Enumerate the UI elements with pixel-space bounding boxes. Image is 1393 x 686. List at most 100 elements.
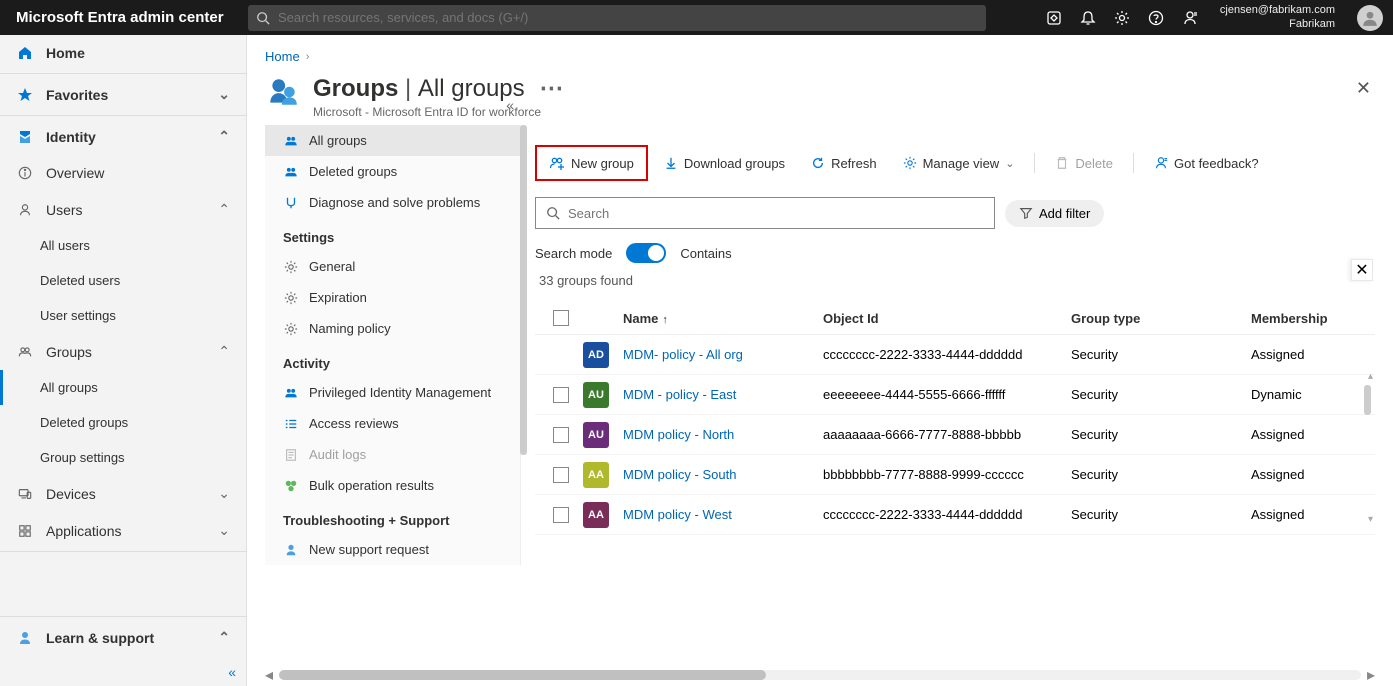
- group-name-link[interactable]: MDM policy - North: [623, 427, 734, 442]
- feedback-button[interactable]: Got feedback?: [1144, 150, 1269, 177]
- brand-label: Microsoft Entra admin center: [0, 9, 248, 26]
- close-blade-button[interactable]: ✕: [1352, 74, 1375, 103]
- delete-button[interactable]: Delete: [1045, 150, 1123, 177]
- nav-groups[interactable]: Groups ⌃: [0, 333, 246, 370]
- collapse-secnav-button[interactable]: «: [506, 97, 514, 113]
- search-mode-toggle[interactable]: [626, 243, 666, 263]
- avatar[interactable]: [1357, 5, 1383, 31]
- row-checkbox[interactable]: [553, 427, 569, 443]
- nav-all-users[interactable]: All users: [0, 228, 246, 263]
- groups-icon: [283, 134, 299, 148]
- secnav-naming[interactable]: Naming policy: [265, 313, 520, 344]
- secnav-expiration[interactable]: Expiration: [265, 282, 520, 313]
- secnav-bulk[interactable]: Bulk operation results: [265, 470, 520, 501]
- nav-user-settings[interactable]: User settings: [0, 298, 246, 333]
- identity-icon: [16, 129, 34, 145]
- scroll-down-icon[interactable]: ▾: [1368, 514, 1373, 525]
- nav-home[interactable]: Home: [0, 35, 246, 71]
- nav-overview[interactable]: Overview: [0, 155, 246, 191]
- notifications-icon[interactable]: [1080, 10, 1096, 26]
- more-icon[interactable]: ⋯: [539, 75, 563, 102]
- download-groups-button[interactable]: Download groups: [654, 150, 795, 177]
- copilot-icon[interactable]: [1046, 10, 1062, 26]
- scroll-left-icon[interactable]: ◂: [265, 665, 279, 685]
- horizontal-scrollbar[interactable]: ◂ ▸: [265, 670, 1375, 680]
- info-icon: [16, 166, 34, 180]
- secnav-general[interactable]: General: [265, 251, 520, 282]
- col-object-id[interactable]: Object Id: [823, 311, 1071, 326]
- pim-icon: [283, 386, 299, 400]
- vertical-scrollbar[interactable]: [1364, 385, 1371, 415]
- nav-favorites[interactable]: Favorites ⌄: [0, 76, 246, 113]
- col-group-type[interactable]: Group type: [1071, 311, 1251, 326]
- new-group-icon: [549, 155, 565, 171]
- group-name-link[interactable]: MDM - policy - East: [623, 387, 736, 402]
- search-mode-label: Search mode: [535, 246, 612, 261]
- search-icon: [256, 11, 270, 25]
- global-search-input[interactable]: [278, 10, 978, 25]
- nav-group-settings[interactable]: Group settings: [0, 440, 246, 475]
- group-name-link[interactable]: MDM policy - West: [623, 507, 732, 522]
- nav-learn-support[interactable]: Learn & support ⌃: [0, 619, 246, 656]
- search-mode-row: Search mode Contains: [535, 243, 1375, 263]
- nav-deleted-users[interactable]: Deleted users: [0, 263, 246, 298]
- chevron-down-icon: ⌄: [1005, 157, 1014, 170]
- chevron-up-icon: ⌃: [218, 201, 230, 218]
- col-name[interactable]: Name↑: [623, 311, 823, 326]
- group-avatar: AU: [583, 382, 609, 408]
- account-info[interactable]: cjensen@fabrikam.com Fabrikam: [1216, 4, 1339, 30]
- secnav-access-reviews[interactable]: Access reviews: [265, 408, 520, 439]
- nav-identity[interactable]: Identity ⌃: [0, 118, 246, 155]
- new-group-button[interactable]: New group: [539, 149, 644, 177]
- secnav-diagnose[interactable]: Diagnose and solve problems: [265, 187, 520, 218]
- group-search-input[interactable]: [568, 206, 984, 221]
- global-search[interactable]: [248, 5, 986, 31]
- help-icon[interactable]: [1148, 10, 1164, 26]
- breadcrumb-home[interactable]: Home: [265, 49, 300, 64]
- group-name-link[interactable]: MDM- policy - All org: [623, 347, 743, 362]
- table-row[interactable]: AUMDM - policy - Easteeeeeeee-4444-5555-…: [535, 375, 1375, 415]
- secnav-all-groups[interactable]: All groups: [265, 125, 520, 156]
- nav-all-groups[interactable]: All groups: [0, 370, 246, 405]
- nav-devices[interactable]: Devices ⌄: [0, 475, 246, 512]
- group-search[interactable]: [535, 197, 995, 229]
- group-name-link[interactable]: MDM policy - South: [623, 467, 736, 482]
- results-count: 33 groups found: [535, 273, 1375, 288]
- toolbar-separator: [1034, 153, 1035, 173]
- object-id: cccccccc-2222-3333-4444-dddddd: [823, 347, 1071, 362]
- add-filter-button[interactable]: Add filter: [1005, 200, 1104, 227]
- table-row[interactable]: AAMDM policy - Southbbbbbbbb-7777-8888-9…: [535, 455, 1375, 495]
- group-type: Security: [1071, 467, 1251, 482]
- account-org: Fabrikam: [1289, 18, 1335, 31]
- refresh-button[interactable]: Refresh: [801, 150, 887, 177]
- scroll-right-icon[interactable]: ▸: [1361, 665, 1375, 685]
- support-icon: [16, 630, 34, 646]
- table-row[interactable]: ADMDM- policy - All orgcccccccc-2222-333…: [535, 335, 1375, 375]
- star-icon: [16, 87, 34, 103]
- dismiss-notification-button[interactable]: ✕: [1351, 259, 1373, 281]
- row-checkbox[interactable]: [553, 467, 569, 483]
- table-row[interactable]: AUMDM policy - Northaaaaaaaa-6666-7777-8…: [535, 415, 1375, 455]
- secnav-pim[interactable]: Privileged Identity Management: [265, 377, 520, 408]
- nav-applications[interactable]: Applications ⌄: [0, 512, 246, 549]
- manage-view-button[interactable]: Manage view ⌄: [893, 150, 1025, 177]
- secnav-audit-logs[interactable]: Audit logs: [265, 439, 520, 470]
- row-checkbox[interactable]: [553, 507, 569, 523]
- membership-type: Assigned: [1251, 507, 1371, 522]
- secnav-new-support[interactable]: New support request: [265, 534, 520, 565]
- collapse-nav-button[interactable]: «: [228, 664, 236, 680]
- page-header: Groups | All groups ⋯ Microsoft - Micros…: [265, 74, 1375, 119]
- feedback-icon[interactable]: [1182, 10, 1198, 26]
- settings-icon[interactable]: [1114, 10, 1130, 26]
- nav-deleted-groups[interactable]: Deleted groups: [0, 405, 246, 440]
- secnav-deleted-groups[interactable]: Deleted groups: [265, 156, 520, 187]
- scroll-up-icon[interactable]: ▴: [1368, 371, 1373, 382]
- highlight-new-group: New group: [535, 145, 648, 181]
- group-type: Security: [1071, 347, 1251, 362]
- row-checkbox[interactable]: [553, 387, 569, 403]
- group-type: Security: [1071, 387, 1251, 402]
- table-row[interactable]: AAMDM policy - Westcccccccc-2222-3333-44…: [535, 495, 1375, 535]
- select-all-checkbox[interactable]: [553, 310, 569, 326]
- col-membership[interactable]: Membership: [1251, 311, 1371, 326]
- nav-users[interactable]: Users ⌃: [0, 191, 246, 228]
